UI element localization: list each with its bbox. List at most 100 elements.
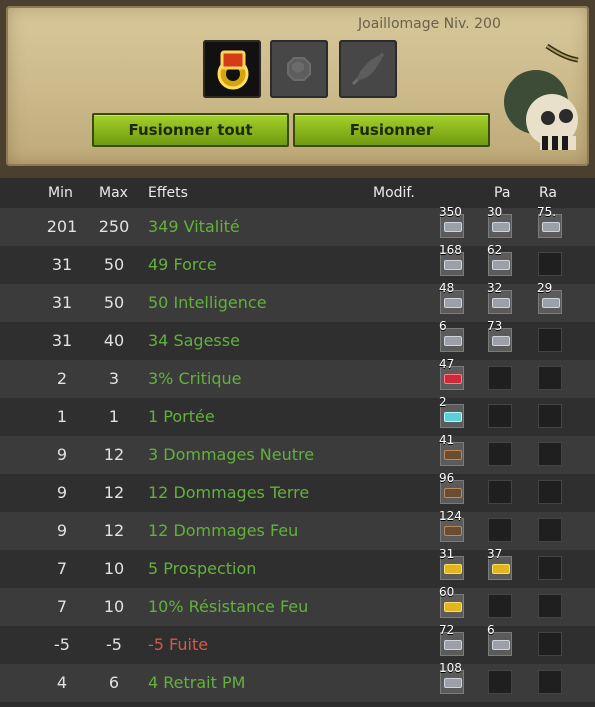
max-value: 12 (103, 483, 125, 502)
pa-rune-cell[interactable] (488, 404, 512, 428)
min-value: 31 (51, 293, 73, 312)
effect-text: 49 Force (148, 255, 217, 274)
rune-icon (444, 678, 462, 688)
rune-icon (542, 298, 560, 308)
max-value: 10 (103, 597, 125, 616)
ra-rune-cell[interactable] (538, 442, 562, 466)
table-row: 31 40 34 Sagesse 6 73 (0, 319, 595, 360)
rune-icon (444, 640, 462, 650)
min-value: 2 (56, 369, 68, 388)
modif-count: 124 (439, 509, 462, 523)
pa-rune-cell[interactable] (488, 670, 512, 694)
ra-rune-cell[interactable] (538, 518, 562, 542)
col-ra: Ra (539, 185, 557, 201)
modif-count: 60 (439, 585, 455, 599)
feather-icon (351, 52, 385, 86)
rune-icon (444, 298, 462, 308)
modif-rune-cell[interactable]: 2 (439, 395, 464, 428)
rune-slot[interactable] (270, 40, 328, 98)
modif-rune-cell[interactable]: 108 (439, 661, 464, 694)
rune-icon (444, 260, 462, 270)
max-value: 40 (103, 331, 125, 350)
modif-rune-cell[interactable]: 96 (439, 471, 464, 504)
pa-count: 32 (487, 281, 503, 295)
modif-count: 6 (439, 319, 447, 333)
rune-icon (444, 602, 462, 612)
pa-count: 37 (487, 547, 503, 561)
modif-rune-cell[interactable]: 72 (439, 623, 464, 656)
max-value: 50 (103, 293, 125, 312)
col-modif: Modif. (373, 185, 415, 201)
rune-icon (444, 450, 462, 460)
pa-rune-cell[interactable]: 73 (487, 319, 512, 352)
min-value: 31 (51, 255, 73, 274)
table-row: 31 50 49 Force 168 62 (0, 243, 595, 284)
pa-rune-cell[interactable] (488, 518, 512, 542)
rune-icon (444, 526, 462, 536)
item-slot-ring[interactable] (203, 40, 261, 98)
modif-rune-cell[interactable]: 124 (439, 509, 464, 542)
rune-icon (492, 336, 510, 346)
max-value: 1 (108, 407, 120, 426)
pa-rune-cell[interactable]: 37 (487, 547, 512, 580)
effect-text: 3 Dommages Neutre (148, 445, 315, 464)
max-value: 250 (98, 217, 130, 236)
modif-rune-cell[interactable]: 350 (439, 205, 464, 238)
ra-rune-cell[interactable] (538, 328, 562, 352)
ra-rune-cell[interactable] (538, 366, 562, 390)
fuse-all-button[interactable]: Fusionner tout (92, 113, 289, 147)
rune-icon (444, 336, 462, 346)
profession-title: Joaillomage Niv. 200 (358, 16, 501, 32)
pa-rune-cell[interactable]: 62 (487, 243, 512, 276)
table-row: 201 250 349 Vitalité 350 30 75. (0, 205, 595, 246)
min-value: -5 (54, 635, 70, 654)
ra-rune-cell[interactable] (538, 632, 562, 656)
min-value: 7 (56, 597, 68, 616)
pa-rune-cell[interactable]: 30 (487, 205, 512, 238)
modif-rune-cell[interactable]: 6 (439, 319, 464, 352)
crafting-panel: Joaillomage Niv. 200 Fusionner tout Fusi… (0, 0, 595, 178)
ra-rune-cell[interactable] (538, 252, 562, 276)
modif-rune-cell[interactable]: 41 (439, 433, 464, 466)
effect-text: 10% Résistance Feu (148, 597, 309, 616)
table-row: 1 1 1 Portée 2 (0, 395, 595, 436)
modif-count: 72 (439, 623, 455, 637)
pa-rune-cell[interactable]: 32 (487, 281, 512, 314)
modif-count: 2 (439, 395, 447, 409)
min-value: 7 (56, 559, 68, 578)
col-effects: Effets (148, 185, 188, 201)
ra-rune-cell[interactable] (538, 594, 562, 618)
pa-rune-cell[interactable] (488, 594, 512, 618)
modif-rune-cell[interactable]: 48 (439, 281, 464, 314)
feather-slot[interactable] (339, 40, 397, 98)
table-row: 9 12 12 Dommages Terre 96 (0, 471, 595, 512)
max-value: -5 (106, 635, 122, 654)
modif-rune-cell[interactable]: 60 (439, 585, 464, 618)
min-value: 31 (51, 331, 73, 350)
effect-text: 349 Vitalité (148, 217, 240, 236)
table-row: 4 6 4 Retrait PM 108 (0, 661, 595, 702)
modif-rune-cell[interactable]: 168 (439, 243, 464, 276)
table-row: 9 12 3 Dommages Neutre 41 (0, 433, 595, 474)
ra-rune-cell[interactable] (538, 404, 562, 428)
pa-rune-cell[interactable] (488, 442, 512, 466)
ra-rune-cell[interactable] (538, 556, 562, 580)
effect-text: 50 Intelligence (148, 293, 267, 312)
pa-count: 6 (487, 623, 495, 637)
ra-rune-cell[interactable] (538, 480, 562, 504)
modif-count: 96 (439, 471, 455, 485)
ra-rune-cell[interactable]: 29 (537, 281, 562, 314)
ra-rune-cell[interactable]: 75. (537, 205, 562, 238)
modif-rune-cell[interactable]: 31 (439, 547, 464, 580)
rune-icon (542, 222, 560, 232)
ra-rune-cell[interactable] (538, 670, 562, 694)
pa-rune-cell[interactable] (488, 366, 512, 390)
rune-icon (444, 564, 462, 574)
modif-rune-cell[interactable]: 47 (439, 357, 464, 390)
max-value: 12 (103, 445, 125, 464)
pa-rune-cell[interactable] (488, 480, 512, 504)
fuse-button[interactable]: Fusionner (293, 113, 490, 147)
rune-icon (444, 412, 462, 422)
pa-rune-cell[interactable]: 6 (487, 623, 512, 656)
effect-text: 34 Sagesse (148, 331, 240, 350)
